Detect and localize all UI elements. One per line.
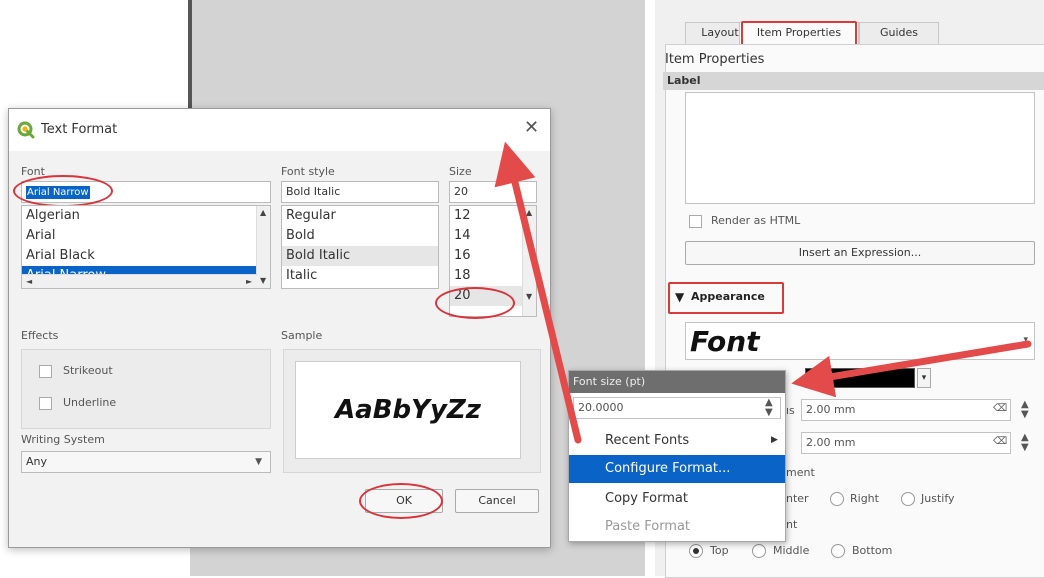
font-size-header: Font size (pt) — [569, 371, 785, 393]
h-align-justify-label: Justify — [921, 492, 955, 505]
font-list-item[interactable]: Arial — [22, 226, 258, 246]
scroll-up-icon[interactable]: ▲ — [260, 208, 266, 217]
section-title: Item Properties — [665, 52, 765, 67]
margin-v-spin-icon[interactable]: ▲ ▼ — [1021, 433, 1029, 453]
font-list-item[interactable]: Arial Black — [22, 246, 258, 266]
qgis-logo-icon — [17, 121, 35, 139]
strikeout-label: Strikeout — [63, 364, 113, 377]
h-align-right-radio[interactable] — [830, 492, 844, 506]
color-dropdown-icon[interactable]: ▾ — [917, 368, 931, 388]
size-list-item[interactable]: 18 — [450, 266, 524, 286]
appearance-collapse-icon[interactable]: ▼ — [675, 290, 684, 304]
underline-checkbox[interactable] — [39, 397, 52, 410]
strikeout-checkbox[interactable] — [39, 365, 52, 378]
underline-label: Underline — [63, 396, 117, 409]
menu-item-recent-fonts[interactable]: Recent Fonts — [569, 427, 785, 455]
v-alignment-label-partial: nt — [786, 518, 798, 531]
effects-label: Effects — [21, 329, 59, 342]
sample-preview: AaBbYyZz — [295, 361, 521, 459]
writing-system-value: Any — [26, 455, 48, 468]
v-align-top-radio[interactable] — [689, 544, 703, 558]
appearance-label[interactable]: Appearance — [691, 290, 765, 303]
size-input[interactable]: 20 — [449, 181, 537, 203]
writing-system-select[interactable]: Any ▼ — [21, 451, 271, 473]
size-list-scrollbar[interactable]: ▲ ▼ — [522, 206, 536, 316]
effects-group — [21, 349, 271, 429]
font-size-spin-icon[interactable]: ▲ ▼ — [765, 398, 773, 418]
scroll-down-icon[interactable]: ▼ — [526, 292, 532, 301]
scroll-right-icon[interactable]: ► — [246, 277, 252, 286]
label-group-header: Label — [663, 72, 1044, 90]
margin-h-spin-icon[interactable]: ▲ ▼ — [1021, 400, 1029, 420]
font-list[interactable]: Algerian Arial Arial Black Arial Narrow … — [21, 205, 271, 289]
v-align-middle-radio[interactable] — [752, 544, 766, 558]
font-style-list[interactable]: Regular Bold Bold Italic Italic — [281, 205, 439, 289]
font-style-label: Font style — [281, 165, 335, 178]
v-align-bottom-radio[interactable] — [831, 544, 845, 558]
margin-vertical-field[interactable]: 2.00 mm — [801, 432, 1011, 454]
h-align-right-label: Right — [850, 492, 879, 505]
chevron-down-icon: ▼ — [255, 457, 262, 467]
size-label: Size — [449, 165, 472, 178]
menu-item-copy-format[interactable]: Copy Format — [569, 485, 785, 513]
clear-icon[interactable]: ⌫ — [993, 403, 1007, 414]
style-list-item-selected[interactable]: Bold Italic — [282, 246, 438, 266]
margin-h-label-partial: ıs — [786, 404, 795, 417]
label-text-area[interactable] — [685, 92, 1035, 204]
menu-item-configure-format[interactable]: Configure Format... — [569, 455, 785, 483]
dialog-title: Text Format — [41, 122, 118, 137]
scroll-up-icon[interactable]: ▲ — [526, 208, 532, 217]
render-html-label: Render as HTML — [711, 214, 801, 227]
font-input-highlight — [13, 175, 113, 207]
font-button[interactable]: Font ▾ — [685, 322, 1035, 360]
font-preview-text: Font — [690, 325, 760, 358]
font-dropdown-icon[interactable]: ▾ — [1023, 335, 1028, 345]
ok-button-highlight — [359, 483, 443, 519]
font-size-spinbox[interactable]: 20.0000 — [573, 397, 781, 419]
font-context-menu: Font size (pt) 20.0000 ▲ ▼ Recent Fonts ▶… — [568, 370, 786, 542]
size-list-item[interactable]: 14 — [450, 226, 524, 246]
size-20-highlight — [435, 287, 515, 319]
font-color-swatch[interactable] — [805, 368, 915, 388]
sample-label: Sample — [281, 329, 323, 342]
h-alignment-label-partial: ment — [786, 466, 815, 479]
canvas-divider — [188, 0, 192, 120]
text-format-dialog: Text Format ✕ Font Arial Narrow Algerian… — [8, 108, 551, 548]
style-list-item[interactable]: Regular — [282, 206, 438, 226]
margin-horizontal-field[interactable]: 2.00 mm — [801, 399, 1011, 421]
h-align-justify-radio[interactable] — [901, 492, 915, 506]
v-align-bottom-label: Bottom — [852, 544, 893, 557]
close-icon[interactable]: ✕ — [524, 117, 539, 138]
writing-system-label: Writing System — [21, 433, 105, 446]
font-list-scrollbar[interactable]: ▲ ▼ — [256, 206, 270, 288]
tab-guides[interactable]: Guides — [859, 22, 939, 46]
size-list-item[interactable]: 12 — [450, 206, 524, 226]
menu-item-paste-format[interactable]: Paste Format — [569, 513, 785, 541]
v-align-top-label: Top — [710, 544, 729, 557]
scroll-left-icon[interactable]: ◄ — [26, 277, 32, 286]
render-html-checkbox[interactable] — [689, 215, 702, 228]
submenu-arrow-icon: ▶ — [771, 435, 778, 445]
v-align-middle-label: Middle — [773, 544, 810, 557]
size-list-item[interactable]: 16 — [450, 246, 524, 266]
font-list-hscrollbar[interactable]: ◄ ► — [22, 274, 258, 288]
style-list-item[interactable]: Italic — [282, 266, 438, 286]
style-list-item[interactable]: Bold — [282, 226, 438, 246]
clear-icon[interactable]: ⌫ — [993, 436, 1007, 447]
scroll-down-icon[interactable]: ▼ — [260, 276, 266, 285]
insert-expression-button[interactable]: Insert an Expression... — [685, 241, 1035, 265]
h-align-center-label: nter — [786, 492, 809, 505]
cancel-button[interactable]: Cancel — [455, 489, 539, 513]
font-style-input[interactable]: Bold Italic — [281, 181, 439, 203]
font-list-item[interactable]: Algerian — [22, 206, 258, 226]
